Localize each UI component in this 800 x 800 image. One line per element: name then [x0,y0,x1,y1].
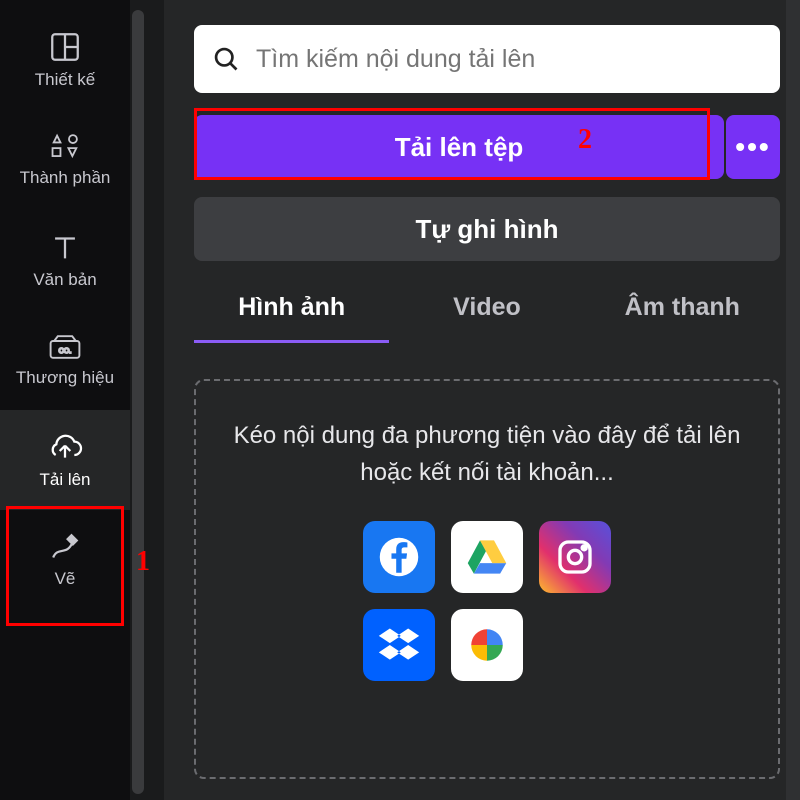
service-google-photos[interactable] [451,609,523,681]
instagram-icon [555,537,595,577]
upload-button-row: Tải lên tệp ••• [194,115,780,179]
dropbox-icon [377,625,421,665]
brand-icon: CO. [47,332,83,362]
search-input[interactable] [256,45,762,74]
annotation-number-1: 1 [136,546,150,578]
service-google-drive[interactable] [451,521,523,593]
tab-video[interactable]: Video [389,293,584,343]
sidebar-item-elements[interactable]: Thành phần [0,110,130,210]
sidebar-item-label: Tải lên [39,470,90,490]
record-button-label: Tự ghi hình [415,214,558,245]
tab-images[interactable]: Hình ảnh [194,293,389,343]
google-photos-icon [466,624,508,666]
shapes-icon [48,132,82,162]
upload-file-button-label: Tải lên tệp [395,132,524,163]
sidebar-item-label: Vẽ [55,569,76,589]
tab-label: Âm thanh [625,293,740,321]
sidebar-item-draw[interactable]: Vẽ [0,510,130,610]
search-icon [212,45,240,73]
upload-panel: Tải lên tệp ••• Tự ghi hình Hình ảnh Vid… [164,0,800,800]
annotation-number-2: 2 [578,124,592,156]
upload-file-button[interactable]: Tải lên tệp [194,115,724,179]
service-grid [363,521,611,681]
layout-icon [48,30,82,64]
panel-scrollbar[interactable] [786,0,800,800]
text-icon [48,230,82,264]
sidebar-item-upload[interactable]: Tải lên [0,410,130,510]
sidebar-item-text[interactable]: Văn bản [0,210,130,310]
sidebar-item-label: Thành phần [20,168,111,188]
service-instagram[interactable] [539,521,611,593]
service-facebook[interactable] [363,521,435,593]
draw-icon [48,531,82,563]
cloud-upload-icon [45,430,85,464]
service-dropbox[interactable] [363,609,435,681]
upload-more-button[interactable]: ••• [726,115,780,179]
svg-text:CO.: CO. [59,346,72,355]
upload-dropzone[interactable]: Kéo nội dung đa phương tiện vào đây để t… [194,379,780,779]
sidebar-scrollbar-thumb[interactable] [132,10,144,794]
sidebar-item-design[interactable]: Thiết kế [0,10,130,110]
record-yourself-button[interactable]: Tự ghi hình [194,197,780,261]
facebook-icon [378,536,420,578]
sidebar-item-label: Văn bản [33,270,96,290]
search-box[interactable] [194,25,780,93]
tab-audio[interactable]: Âm thanh [585,293,780,343]
sidebar-item-brand[interactable]: CO. Thương hiệu [0,310,130,410]
upload-tabs: Hình ảnh Video Âm thanh [194,293,780,343]
google-drive-icon [466,538,508,576]
sidebar: Thiết kế Thành phần Văn bản CO. Thương h… [0,0,130,800]
dropzone-text: Kéo nội dung đa phương tiện vào đây để t… [224,417,750,491]
tab-label: Video [453,293,521,321]
sidebar-scrollbar-track [130,0,164,800]
more-options-icon: ••• [735,131,770,163]
sidebar-item-label: Thương hiệu [16,368,114,388]
sidebar-item-label: Thiết kế [35,70,95,90]
tab-label: Hình ảnh [238,293,345,321]
